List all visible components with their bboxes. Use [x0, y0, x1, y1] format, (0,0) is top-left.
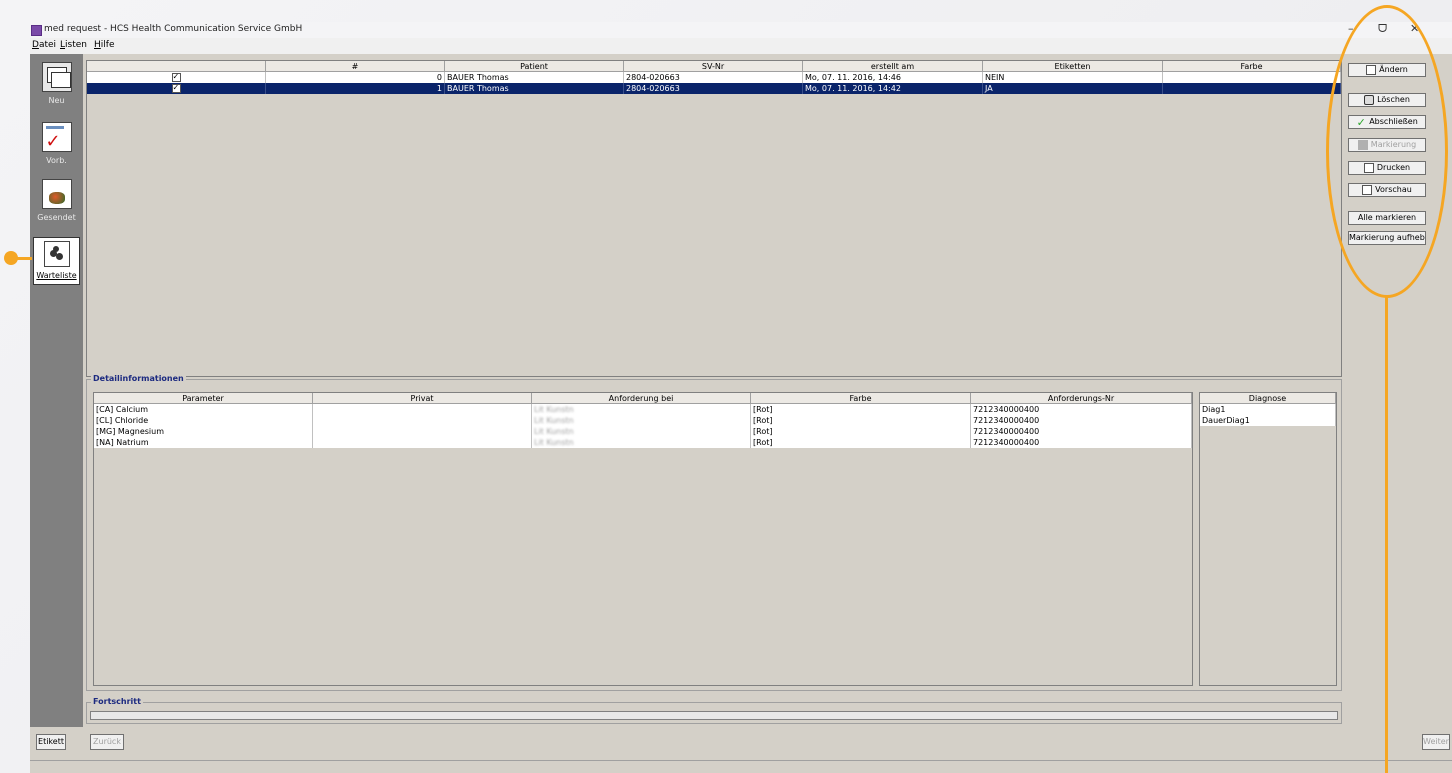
cell-labels: NEIN	[983, 72, 1163, 83]
blurred-text: Lit Kunstn	[534, 416, 574, 425]
cell-num: 0	[266, 72, 445, 83]
cell-privat	[313, 426, 532, 437]
cell-color	[1163, 72, 1341, 83]
sidebar-label: Gesendet	[37, 213, 76, 222]
column-header[interactable]: Anforderung bei	[532, 393, 751, 404]
row-checkbox[interactable]	[87, 83, 266, 94]
cell-param: [NA] Natrium	[94, 437, 313, 448]
title-bar: med request - HCS Health Communication S…	[30, 22, 1452, 38]
main-window: med request - HCS Health Communication S…	[30, 22, 1452, 773]
waitlist-icon	[43, 241, 70, 267]
column-header[interactable]: Diagnose	[1200, 393, 1336, 404]
sidebar-item-neu[interactable]: Neu	[33, 62, 80, 105]
cell-bei: Lit Kunstn	[532, 404, 751, 415]
cell-color	[1163, 83, 1341, 94]
row-checkbox[interactable]	[87, 72, 266, 83]
cell-diagnosis: Diag1	[1200, 404, 1336, 415]
column-header[interactable]: Privat	[313, 393, 532, 404]
progress-bar	[90, 711, 1338, 720]
sidebar-label: Vorb.	[46, 156, 67, 165]
sidebar-label: Warteliste	[36, 271, 77, 280]
menu-datei[interactable]: Datei	[32, 40, 56, 50]
cell-nr: 7212340000400	[971, 426, 1192, 437]
sidebar-label: Neu	[48, 96, 65, 105]
sent-icon	[41, 179, 72, 209]
cell-param: [CA] Calcium	[94, 404, 313, 415]
sidebar: Neu ✓ Vorb. Gesendet Warteliste	[30, 54, 83, 727]
status-divider	[30, 760, 1452, 761]
detail-title: Detailinformationen	[91, 374, 186, 383]
column-header[interactable]: Anforderungs-Nr	[971, 393, 1192, 404]
menu-bar: Datei Listen Hilfe	[30, 38, 1452, 54]
progress-title: Fortschritt	[91, 697, 143, 706]
cell-bei: Lit Kunstn	[532, 437, 751, 448]
highlight-pointer-line	[1385, 296, 1388, 773]
etikett-button[interactable]: Etikett	[36, 734, 66, 750]
diagnosis-table: Diagnose Diag1 DauerDiag1	[1199, 392, 1337, 686]
column-header[interactable]: #	[266, 61, 445, 72]
cell-farbe: [Rot]	[751, 437, 971, 448]
cell-bei: Lit Kunstn	[532, 426, 751, 437]
sidebar-item-vorb[interactable]: ✓ Vorb.	[33, 122, 80, 165]
checklist-icon: ✓	[41, 122, 72, 152]
cell-num: 1	[266, 83, 445, 94]
highlight-dot	[4, 251, 18, 265]
menu-listen[interactable]: Listen	[60, 40, 87, 50]
column-header[interactable]: SV-Nr	[624, 61, 803, 72]
column-header[interactable]: Etiketten	[983, 61, 1163, 72]
sidebar-item-gesendet[interactable]: Gesendet	[33, 179, 80, 222]
cell-labels: JA	[983, 83, 1163, 94]
request-table: # Patient SV-Nr erstellt am Etiketten Fa…	[86, 60, 1342, 377]
cell-created: Mo, 07. 11. 2016, 14:46	[803, 72, 983, 83]
blurred-text: Lit Kunstn	[534, 405, 574, 414]
column-header[interactable]: Patient	[445, 61, 624, 72]
cell-param: [MG] Magnesium	[94, 426, 313, 437]
cell-param: [CL] Chloride	[94, 415, 313, 426]
documents-icon	[41, 62, 72, 92]
cell-svnr: 2804-020663	[624, 72, 803, 83]
column-header[interactable]	[87, 61, 266, 72]
cell-privat	[313, 404, 532, 415]
cell-farbe: [Rot]	[751, 404, 971, 415]
cell-nr: 7212340000400	[971, 415, 1192, 426]
cell-privat	[313, 415, 532, 426]
next-button[interactable]: Weiter	[1422, 734, 1450, 750]
cell-patient: BAUER Thomas	[445, 83, 624, 94]
cell-nr: 7212340000400	[971, 404, 1192, 415]
cell-patient: BAUER Thomas	[445, 72, 624, 83]
column-header[interactable]: erstellt am	[803, 61, 983, 72]
checkbox-checked-icon	[171, 72, 181, 82]
column-header[interactable]: Farbe	[1163, 61, 1341, 72]
cell-diagnosis: DauerDiag1	[1200, 415, 1336, 426]
back-button[interactable]: Zurück	[90, 734, 124, 750]
cell-bei: Lit Kunstn	[532, 415, 751, 426]
column-header[interactable]: Farbe	[751, 393, 971, 404]
detail-table: Parameter Privat Anforderung bei Farbe A…	[93, 392, 1193, 686]
cell-nr: 7212340000400	[971, 437, 1192, 448]
window-title: med request - HCS Health Communication S…	[44, 24, 303, 34]
sidebar-item-warteliste[interactable]: Warteliste	[33, 237, 80, 285]
cell-farbe: [Rot]	[751, 426, 971, 437]
cell-svnr: 2804-020663	[624, 83, 803, 94]
blurred-text: Lit Kunstn	[534, 427, 574, 436]
column-header[interactable]: Parameter	[94, 393, 313, 404]
menu-hilfe[interactable]: Hilfe	[94, 40, 115, 50]
cell-farbe: [Rot]	[751, 415, 971, 426]
app-icon	[31, 25, 42, 36]
blurred-text: Lit Kunstn	[534, 438, 574, 447]
checkbox-checked-icon	[171, 83, 181, 93]
highlight-circle	[1326, 5, 1448, 298]
cell-privat	[313, 437, 532, 448]
progress-group: Fortschritt	[86, 697, 1342, 724]
detail-group: Detailinformationen Parameter Privat Anf…	[86, 374, 1342, 691]
cell-created: Mo, 07. 11. 2016, 14:42	[803, 83, 983, 94]
